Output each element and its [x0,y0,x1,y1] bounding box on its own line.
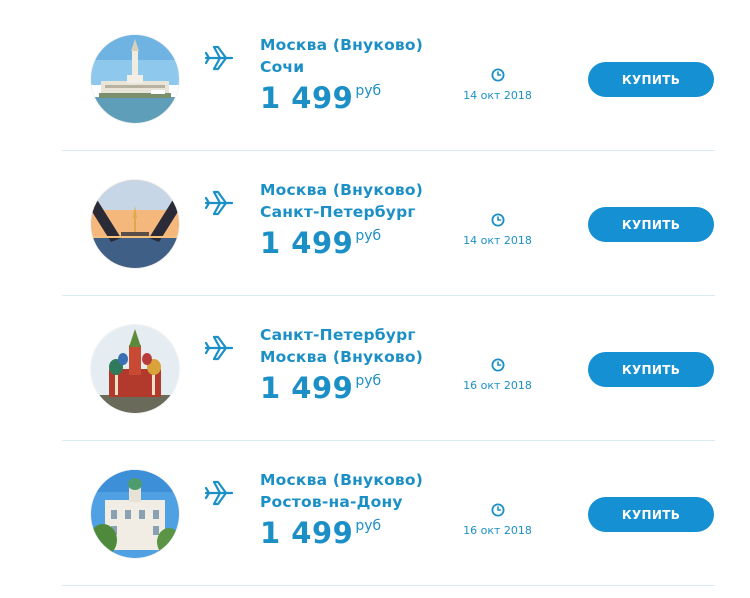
sochi-seaport-photo [91,35,179,123]
price: 1 499 руб [260,225,381,261]
clock-icon [491,68,505,82]
price-amount: 1 499 [260,371,354,405]
plane-icon [204,190,234,216]
price: 1 499 руб [260,370,381,406]
buy-button[interactable]: КУПИТЬ [588,497,714,532]
flight-date: 16 окт 2018 [463,379,532,392]
price-currency: руб [355,518,382,534]
price: 1 499 руб [260,515,381,551]
rostov-on-don-building-photo [91,470,179,558]
departure-city: Москва (Внуково) [260,181,424,199]
departure-city: Москва (Внуково) [260,36,424,54]
flight-date: 14 окт 2018 [463,89,532,102]
arrival-city: Москва (Внуково) [260,348,424,366]
arrival-city: Санкт-Петербург [260,203,416,221]
flight-offer-row: Москва (Внуково) Санкт-Петербург 1 499 ру… [0,145,750,296]
buy-button[interactable]: КУПИТЬ [588,352,714,387]
departure-city: Санкт-Петербург [260,326,416,344]
flight-offer-row: Москва (Внуково) Сочи 1 499 руб 14 окт 20… [0,0,750,151]
plane-icon [204,45,234,71]
route: Москва (Внуково) Сочи [260,34,460,78]
price: 1 499 руб [260,80,381,116]
flight-offer-row: Санкт-Петербург Москва (Внуково) 1 499 ру… [0,290,750,441]
arrival-city: Ростов-на-Дону [260,493,403,511]
route: Санкт-Петербург Москва (Внуково) [260,324,460,368]
route: Москва (Внуково) Санкт-Петербург [260,179,460,223]
price-currency: руб [355,83,382,99]
flight-date: 14 окт 2018 [463,234,532,247]
flight-date: 16 окт 2018 [463,524,532,537]
clock-icon [491,503,505,517]
flight-offer-row: Москва (Внуково) Ростов-на-Дону 1 499 руб… [0,435,750,586]
price-currency: руб [355,373,382,389]
price-amount: 1 499 [260,226,354,260]
price-amount: 1 499 [260,516,354,550]
price-currency: руб [355,228,382,244]
row-divider [62,585,715,586]
clock-icon [491,358,505,372]
arrival-city: Сочи [260,58,305,76]
departure-city: Москва (Внуково) [260,471,424,489]
plane-icon [204,480,234,506]
clock-icon [491,213,505,227]
plane-icon [204,335,234,361]
moscow-st-basils-cathedral-photo [91,325,179,413]
buy-button[interactable]: КУПИТЬ [588,207,714,242]
saint-petersburg-bridge-photo [91,180,179,268]
buy-button[interactable]: КУПИТЬ [588,62,714,97]
route: Москва (Внуково) Ростов-на-Дону [260,469,460,513]
price-amount: 1 499 [260,81,354,115]
